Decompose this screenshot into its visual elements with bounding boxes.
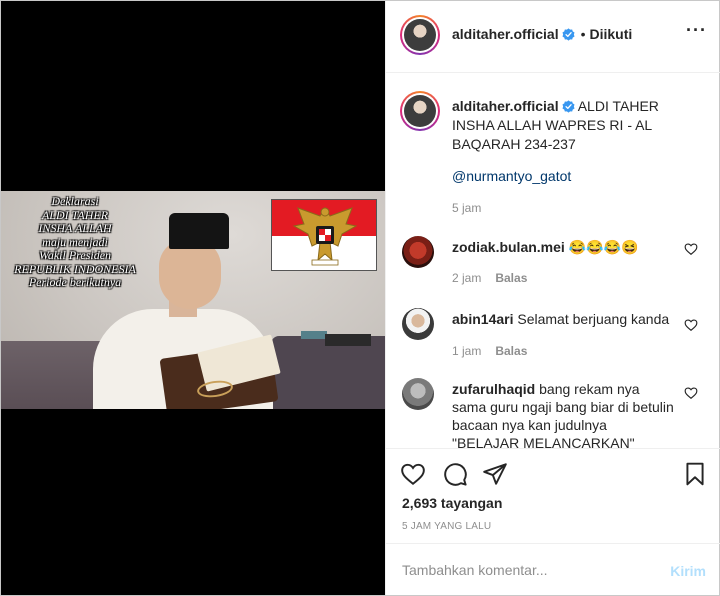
- post-actions: 2,693 tayangan 5 JAM YANG LALU: [386, 448, 720, 543]
- commenter-avatar[interactable]: [402, 378, 434, 410]
- overlay-line: INSHA ALLAH: [38, 221, 112, 235]
- comment-time[interactable]: 1 jam: [452, 344, 481, 358]
- like-comment-heart-icon[interactable]: [684, 242, 698, 256]
- more-options-icon[interactable]: ···: [686, 21, 706, 43]
- caption-mention-link[interactable]: @nurmantyo_gatot: [452, 168, 571, 184]
- garuda-emblem-icon: [292, 207, 358, 266]
- comment-body: abin14ari Selamat berjuang kanda: [452, 310, 674, 328]
- separator-dot: •: [580, 26, 586, 42]
- post-comment-button[interactable]: Kirim: [670, 563, 706, 579]
- comment-body: zodiak.bulan.mei 😂😂😂😆: [452, 238, 674, 256]
- comment-input[interactable]: [402, 560, 652, 580]
- overlay-line: ALDI TAHER: [41, 207, 109, 222]
- author-username[interactable]: alditaher.official: [452, 26, 559, 42]
- commenter-avatar[interactable]: [402, 236, 434, 268]
- comment-meta: 2 jam Balas: [452, 271, 527, 285]
- overlay-line: Deklarasi: [51, 194, 99, 208]
- indonesia-flag: [271, 199, 377, 271]
- add-comment-bar: Kirim: [386, 543, 720, 595]
- caption: alditaher.official ALDI TAHER INSHA ALLA…: [452, 97, 704, 154]
- comment-bubble-icon[interactable]: [442, 461, 468, 487]
- post-timestamp[interactable]: 5 JAM YANG LALU: [402, 521, 491, 532]
- comment-body: zufarulhaqid bang rekam nya sama guru ng…: [452, 380, 674, 448]
- comment-time[interactable]: 2 jam: [452, 271, 481, 285]
- caption-time[interactable]: 5 jam: [452, 201, 481, 215]
- like-comment-heart-icon[interactable]: [684, 318, 698, 332]
- shelf-book: [325, 334, 371, 346]
- comment-text: Selamat berjuang kanda: [517, 311, 670, 327]
- overlay-line: maju menjadi: [42, 234, 108, 249]
- commenter-username[interactable]: abin14ari: [452, 311, 513, 327]
- overlay-line: REPUBLIK INDONESIA: [14, 261, 136, 276]
- post-panel: alditaher.official • Diikuti ··· alditaher…: [385, 1, 720, 595]
- save-bookmark-icon[interactable]: [682, 461, 708, 487]
- post-media[interactable]: Deklarasi ALDI TAHER INSHA ALLAH maju me…: [1, 1, 385, 595]
- shelf-item: [301, 331, 327, 339]
- commenter-username[interactable]: zufarulhaqid: [452, 381, 535, 397]
- like-comment-heart-icon[interactable]: [684, 386, 698, 400]
- like-heart-icon[interactable]: [400, 461, 426, 487]
- author-avatar[interactable]: [400, 15, 440, 55]
- reply-button[interactable]: Balas: [495, 271, 527, 285]
- comment-text: 😂😂😂😆: [568, 239, 639, 255]
- comments-list[interactable]: alditaher.official ALDI TAHER INSHA ALLA…: [386, 74, 720, 448]
- overlay-line: Periode berikutnya: [28, 275, 122, 289]
- post-header: alditaher.official • Diikuti ···: [386, 1, 720, 73]
- overlay-line: Wakil Presiden: [38, 248, 112, 262]
- caption-avatar[interactable]: [400, 91, 440, 131]
- share-send-icon[interactable]: [482, 461, 508, 487]
- view-count[interactable]: 2,693 tayangan: [402, 495, 502, 511]
- verified-badge-icon: [562, 28, 575, 41]
- verified-badge-icon: [562, 100, 575, 113]
- header-user-line: alditaher.official • Diikuti: [452, 26, 632, 42]
- person-cap: [169, 213, 229, 249]
- follow-status-button[interactable]: Diikuti: [590, 26, 633, 42]
- person-face: [159, 239, 221, 309]
- commenter-avatar[interactable]: [402, 308, 434, 340]
- reply-button[interactable]: Balas: [495, 344, 527, 358]
- declaration-overlay: Deklarasi ALDI TAHER INSHA ALLAH maju me…: [5, 194, 145, 290]
- comment-meta: 1 jam Balas: [452, 344, 527, 358]
- commenter-username[interactable]: zodiak.bulan.mei: [452, 239, 565, 255]
- sofa-arm: [271, 336, 385, 409]
- video-frame[interactable]: Deklarasi ALDI TAHER INSHA ALLAH maju me…: [1, 191, 385, 409]
- caption-username[interactable]: alditaher.official: [452, 98, 559, 114]
